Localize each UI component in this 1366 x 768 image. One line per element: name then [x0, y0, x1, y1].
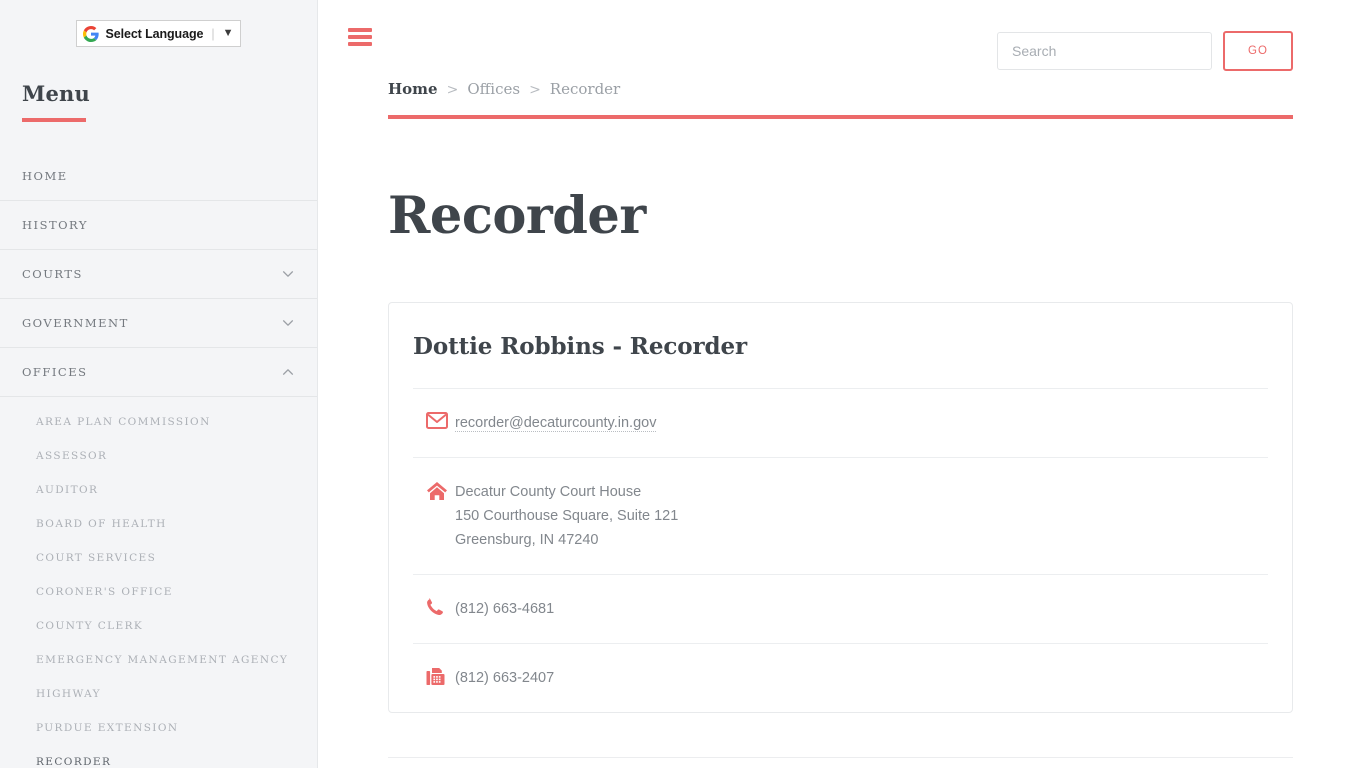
chevron-down-icon[interactable]: ▼: [223, 28, 234, 39]
info-row-body: Decatur County Court House 150 Courthous…: [455, 480, 678, 552]
menu-heading-underline: [22, 118, 86, 122]
sidebar-item-label: COURTS: [22, 267, 83, 281]
sidebar-subitem-highway[interactable]: HIGHWAY: [0, 677, 317, 711]
search-input[interactable]: [997, 32, 1212, 70]
sidebar-subitem-recorder[interactable]: RECORDER: [0, 745, 317, 768]
sidebar-subitem-emergency-management-agency[interactable]: EMERGENCY MANAGEMENT AGENCY: [0, 643, 317, 677]
address-line: 150 Courthouse Square, Suite 121: [455, 508, 679, 524]
translate-widget-wrap: Select Language | ▼: [0, 0, 317, 47]
sidebar-subitem-board-of-health[interactable]: BOARD OF HEALTH: [0, 507, 317, 541]
envelope-icon: [413, 411, 455, 429]
sidebar-subitem-label: BOARD OF HEALTH: [36, 518, 167, 530]
sidebar-subitem-label: HIGHWAY: [36, 688, 102, 700]
hamburger-bar: [348, 28, 372, 32]
google-translate-select[interactable]: Select Language | ▼: [75, 20, 242, 47]
content-column: Home > Offices > Recorder Recorder Dotti…: [318, 80, 1366, 713]
sidebar-nav: HOME HISTORY COURTS GOVERNMENT OFFICES A…: [0, 152, 317, 768]
sidebar-subitem-label: CORONER'S OFFICE: [36, 586, 173, 598]
sidebar-item-label: OFFICES: [22, 365, 88, 379]
sidebar-subnav-offices: AREA PLAN COMMISSION ASSESSOR AUDITOR BO…: [0, 397, 317, 768]
card-title: Dottie Robbins - Recorder: [413, 333, 748, 360]
translate-label: Select Language: [105, 26, 204, 41]
sidebar-subitem-label: EMERGENCY MANAGEMENT AGENCY: [36, 654, 289, 666]
breadcrumb-separator: >: [529, 82, 541, 98]
sidebar-subitem-purdue-extension[interactable]: PURDUE EXTENSION: [0, 711, 317, 745]
address-line: Greensburg, IN 47240: [455, 532, 599, 548]
breadcrumb: Home > Offices > Recorder: [388, 80, 1293, 98]
sidebar-subitem-auditor[interactable]: AUDITOR: [0, 473, 317, 507]
sidebar-subitem-label: AUDITOR: [36, 484, 99, 496]
info-row-body: (812) 663-2407: [455, 670, 555, 686]
sidebar-subitem-coroners-office[interactable]: CORONER'S OFFICE: [0, 575, 317, 609]
address-line: Decatur County Court House: [455, 484, 642, 500]
fax-icon: [413, 666, 455, 686]
sidebar-item-government[interactable]: GOVERNMENT: [0, 299, 317, 348]
breadcrumb-item-offices[interactable]: Offices: [467, 80, 520, 98]
chevron-up-icon[interactable]: [281, 365, 295, 379]
google-g-icon: [82, 25, 99, 42]
menu-heading-block: Menu: [22, 81, 317, 122]
hamburger-icon[interactable]: [348, 28, 372, 46]
sidebar-subitem-court-services[interactable]: COURT SERVICES: [0, 541, 317, 575]
chevron-down-icon[interactable]: [281, 267, 295, 281]
home-icon: [413, 480, 455, 501]
info-row-email: recorder@decaturcounty.in.gov: [413, 388, 1268, 457]
breadcrumb-item-recorder: Recorder: [549, 80, 621, 98]
sidebar-item-courts[interactable]: COURTS: [0, 250, 317, 299]
sidebar: Select Language | ▼ Menu HOME HISTORY CO…: [0, 0, 318, 768]
info-row-body: recorder@decaturcounty.in.gov: [455, 411, 657, 435]
page-root: Select Language | ▼ Menu HOME HISTORY CO…: [0, 0, 1366, 768]
main-content: GO Home > Offices > Recorder Recorder Do…: [318, 0, 1366, 768]
sidebar-item-label: GOVERNMENT: [22, 316, 129, 330]
sidebar-subitem-label: COUNTY CLERK: [36, 620, 144, 632]
sidebar-subitem-county-clerk[interactable]: COUNTY CLERK: [0, 609, 317, 643]
breadcrumb-rule: [388, 115, 1293, 119]
sidebar-subitem-assessor[interactable]: ASSESSOR: [0, 439, 317, 473]
phone-icon: [413, 597, 455, 616]
info-row-phone: (812) 663-4681: [413, 574, 1268, 643]
breadcrumb-separator: >: [446, 82, 459, 98]
sidebar-subitem-area-plan-commission[interactable]: AREA PLAN COMMISSION: [0, 405, 317, 439]
menu-heading: Menu: [22, 81, 90, 106]
sidebar-subitem-label: COURT SERVICES: [36, 552, 157, 564]
hamburger-bar: [348, 35, 372, 39]
info-row-body: (812) 663-4681: [455, 601, 555, 617]
footer-divider: [388, 757, 1293, 758]
topbar: GO: [318, 0, 1366, 80]
sidebar-subitem-label: PURDUE EXTENSION: [36, 722, 179, 734]
page-title: Recorder: [388, 186, 646, 246]
recorder-email-link[interactable]: recorder@decaturcounty.in.gov: [455, 415, 657, 432]
info-row-fax: (812) 663-2407: [413, 643, 1268, 712]
sidebar-item-history[interactable]: HISTORY: [0, 201, 317, 250]
sidebar-subitem-label: ASSESSOR: [36, 450, 108, 462]
sidebar-item-home[interactable]: HOME: [0, 152, 317, 201]
sidebar-item-label: HOME: [22, 169, 68, 183]
translate-separator: |: [211, 26, 215, 41]
info-row-address: Decatur County Court House 150 Courthous…: [413, 457, 1268, 574]
sidebar-item-label: HISTORY: [22, 218, 88, 232]
search-go-button[interactable]: GO: [1223, 31, 1293, 71]
sidebar-item-offices[interactable]: OFFICES: [0, 348, 317, 397]
breadcrumb-item-home[interactable]: Home: [388, 80, 438, 98]
chevron-down-icon[interactable]: [281, 316, 295, 330]
search-area: GO: [997, 31, 1293, 71]
hamburger-bar: [348, 42, 372, 46]
sidebar-subitem-label: AREA PLAN COMMISSION: [36, 416, 211, 428]
recorder-info-card: Dottie Robbins - Recorder recorder@decat…: [388, 302, 1293, 713]
sidebar-subitem-label: RECORDER: [36, 756, 112, 768]
